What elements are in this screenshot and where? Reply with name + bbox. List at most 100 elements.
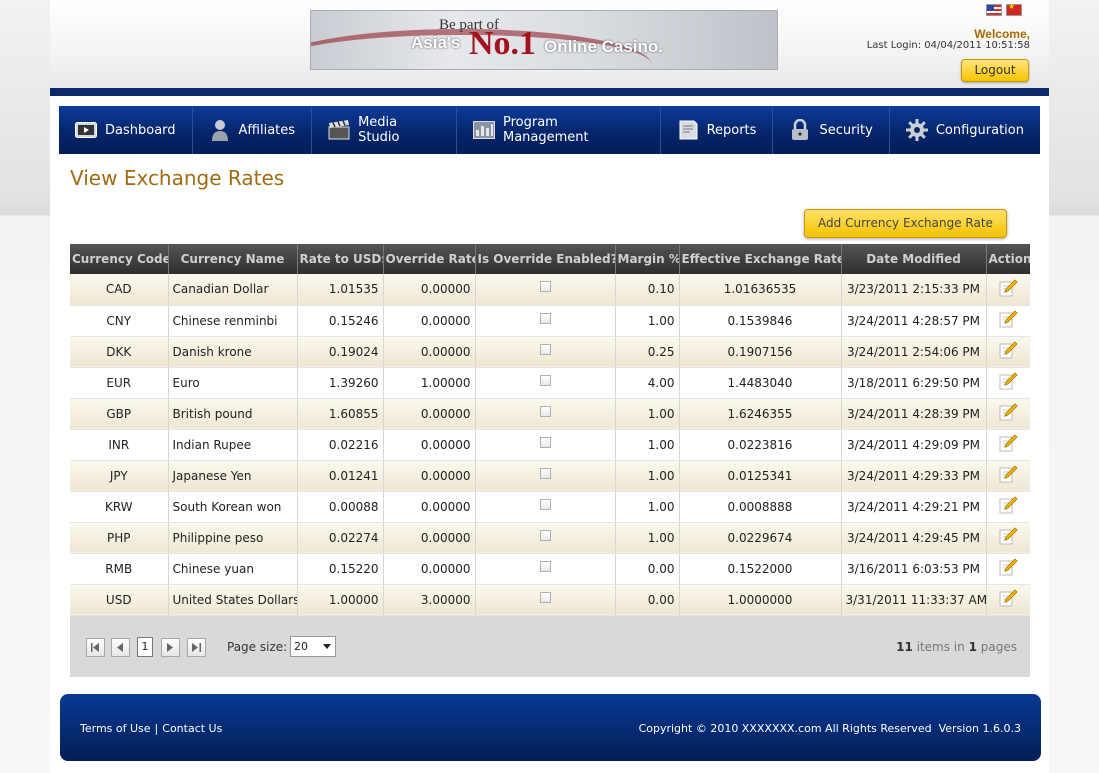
page-size-select[interactable]: 20	[290, 636, 336, 657]
effective-exchange-rate: 0.0223816	[679, 429, 842, 461]
edit-icon[interactable]	[998, 309, 1018, 332]
rate-to-usd: 0.15246	[297, 305, 384, 337]
next-page-icon	[167, 643, 173, 652]
rate-to-usd: 1.00000	[297, 584, 384, 616]
override-rate: 0.00000	[383, 460, 476, 492]
action-cell	[986, 336, 1030, 368]
page-number-current[interactable]: 1	[137, 637, 153, 657]
edit-icon[interactable]	[998, 402, 1018, 425]
table-header-row: Currency Code Currency Name Rate to USD$…	[70, 244, 1030, 274]
edit-icon[interactable]	[998, 464, 1018, 487]
prev-page-button[interactable]	[111, 638, 130, 657]
currency-name: Indian Rupee	[168, 429, 298, 461]
date-modified: 3/24/2011 2:54:06 PM	[841, 336, 987, 368]
column-header[interactable]: Currency Code	[70, 244, 169, 274]
override-enabled-cell	[475, 460, 616, 492]
china-flag-icon[interactable]	[1006, 2, 1022, 16]
action-cell	[986, 398, 1030, 430]
override-enabled-checkbox[interactable]	[539, 467, 551, 479]
override-enabled-checkbox[interactable]	[539, 498, 551, 510]
rate-to-usd: 0.01241	[297, 460, 384, 492]
pages-label: pages	[980, 640, 1017, 654]
override-rate: 1.00000	[383, 367, 476, 399]
column-header[interactable]: Rate to USD$	[297, 244, 384, 274]
add-currency-exchange-rate-button[interactable]: Add Currency Exchange Rate	[804, 209, 1007, 238]
date-modified: 3/24/2011 4:29:09 PM	[841, 429, 987, 461]
terms-of-use-link[interactable]: Terms of Use	[80, 722, 151, 735]
column-header[interactable]: Is Override Enabled?	[475, 244, 616, 274]
nav-configuration[interactable]: Configuration	[890, 106, 1040, 154]
column-header[interactable]: Override Rate	[383, 244, 476, 274]
currency-code: EUR	[70, 367, 169, 399]
override-enabled-checkbox[interactable]	[539, 529, 551, 541]
date-modified: 3/31/2011 11:33:37 AM	[841, 584, 987, 616]
currency-name: South Korean won	[168, 491, 298, 523]
override-rate: 0.00000	[383, 429, 476, 461]
chevron-down-icon	[323, 644, 331, 649]
currency-name: Chinese renminbi	[168, 305, 298, 337]
nav-reports[interactable]: Reports	[661, 106, 774, 154]
us-flag-icon[interactable]	[986, 4, 1002, 16]
table-row: RMB Chinese yuan 0.15220 0.00000 0.00 0.15220…	[70, 553, 1030, 585]
override-enabled-cell	[475, 367, 616, 399]
override-enabled-checkbox[interactable]	[539, 405, 551, 417]
nav-label: Media Studio	[358, 115, 400, 145]
language-flags	[986, 2, 1026, 18]
override-enabled-cell	[475, 274, 616, 306]
override-enabled-checkbox[interactable]	[539, 343, 551, 355]
contact-us-link[interactable]: Contact Us	[162, 722, 222, 735]
edit-icon[interactable]	[998, 526, 1018, 549]
items-in-label: items in	[916, 640, 965, 654]
casino-banner[interactable]: Be part of Asia's No.1 Online Casino.	[310, 10, 778, 70]
edit-icon[interactable]	[998, 371, 1018, 394]
first-page-button[interactable]	[86, 638, 105, 657]
override-enabled-cell	[475, 491, 616, 523]
edit-icon[interactable]	[998, 278, 1018, 301]
nav-label: Affiliates	[238, 122, 296, 138]
nav-dashboard[interactable]: Dashboard	[59, 106, 193, 154]
nav-label: Program Management	[503, 115, 589, 145]
override-enabled-checkbox[interactable]	[539, 312, 551, 324]
lock-icon	[789, 119, 811, 140]
action-cell	[986, 274, 1030, 306]
edit-icon[interactable]	[998, 557, 1018, 580]
edit-icon[interactable]	[998, 340, 1018, 363]
override-enabled-checkbox[interactable]	[539, 374, 551, 386]
override-enabled-checkbox[interactable]	[539, 560, 551, 572]
override-enabled-checkbox[interactable]	[539, 281, 551, 293]
date-modified: 3/24/2011 4:29:33 PM	[841, 460, 987, 492]
page-title: View Exchange Rates	[70, 166, 285, 190]
last-page-button[interactable]	[187, 638, 206, 657]
nav-affiliates[interactable]: Affiliates	[193, 106, 313, 154]
action-cell	[986, 429, 1030, 461]
table-row: JPY Japanese Yen 0.01241 0.00000 1.00 0.01253…	[70, 460, 1030, 492]
page-size-label: Page size:	[227, 640, 288, 654]
action-cell	[986, 553, 1030, 585]
program-icon	[473, 120, 495, 140]
column-header[interactable]: Margin %	[615, 244, 680, 274]
edit-icon[interactable]	[998, 433, 1018, 456]
logout-button[interactable]: Logout	[961, 59, 1029, 82]
edit-icon[interactable]	[998, 495, 1018, 518]
override-enabled-checkbox[interactable]	[539, 436, 551, 448]
edit-icon[interactable]	[998, 588, 1018, 611]
nav-media-studio[interactable]: Media Studio	[312, 106, 457, 154]
column-header[interactable]: Currency Name	[168, 244, 298, 274]
items-count: 11	[896, 640, 913, 654]
margin-percent: 0.00	[615, 584, 680, 616]
column-header[interactable]: Effective Exchange Rate	[679, 244, 842, 274]
currency-name: Japanese Yen	[168, 460, 298, 492]
override-enabled-checkbox[interactable]	[539, 591, 551, 603]
column-header[interactable]: Date Modified	[841, 244, 987, 274]
main-nav: Dashboard Affiliates Media Studio Progra…	[59, 106, 1040, 154]
page-size-value: 20	[294, 640, 308, 653]
override-enabled-cell	[475, 584, 616, 616]
margin-percent: 0.00	[615, 553, 680, 585]
next-page-button[interactable]	[161, 638, 180, 657]
currency-code: KRW	[70, 491, 169, 523]
nav-label: Security	[819, 122, 873, 138]
nav-security[interactable]: Security	[773, 106, 890, 154]
nav-program-management[interactable]: Program Management	[457, 106, 661, 154]
currency-name: Chinese yuan	[168, 553, 298, 585]
rate-to-usd: 0.19024	[297, 336, 384, 368]
